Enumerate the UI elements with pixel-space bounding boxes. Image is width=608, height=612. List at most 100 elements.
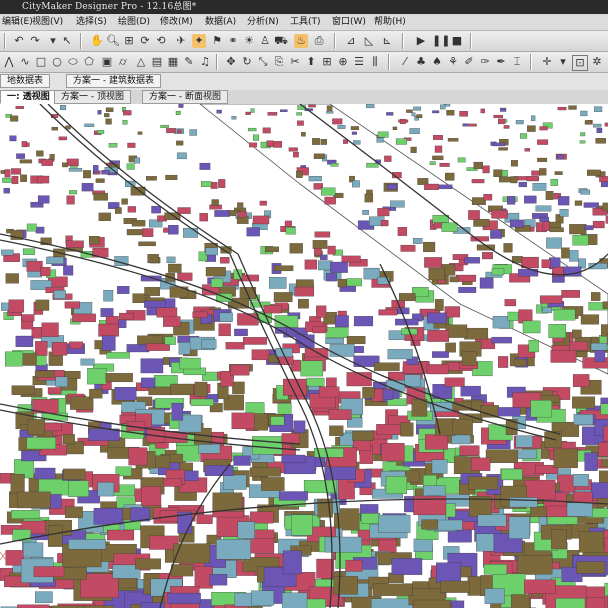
camera-icon[interactable]: ⎙ (312, 34, 326, 48)
move-icon[interactable]: ✥ (224, 55, 238, 69)
plant-icon[interactable]: ⚘ (446, 55, 460, 69)
menu-window[interactable]: 窗口(W) (332, 14, 366, 30)
building (406, 110, 412, 113)
play-icon[interactable]: ▶ (414, 34, 428, 48)
texture-icon[interactable]: ▦ (166, 55, 180, 69)
building (237, 203, 243, 208)
paint-icon[interactable]: ✎ (182, 55, 196, 69)
building (556, 598, 585, 608)
tab-land-data[interactable]: 地数据表 (0, 74, 50, 88)
copy-icon[interactable]: ⎘ (272, 55, 286, 69)
delete-icon[interactable]: ✂ (288, 55, 302, 69)
building (531, 400, 552, 417)
menu-bar: 编辑(E) 视图(V) 选择(S) 绘图(D) 修改(M) 数据(A) 分析(N… (0, 14, 608, 31)
building (540, 217, 549, 222)
pick-icon[interactable]: ⊡ (572, 55, 588, 71)
layer-icon[interactable]: ▤ (150, 55, 164, 69)
brush-icon[interactable]: ⁄ (398, 55, 412, 69)
music-icon[interactable]: ♫ (198, 55, 212, 69)
box-icon[interactable]: ▣ (100, 55, 114, 69)
pause-icon[interactable]: ❚❚ (432, 34, 446, 48)
building (384, 156, 391, 162)
menu-help[interactable]: 帮助(H) (374, 14, 406, 30)
refresh-icon[interactable]: ⟳ (138, 34, 152, 48)
tree-icon[interactable]: ♣ (414, 55, 428, 69)
person-icon[interactable]: ♙ (258, 34, 272, 48)
extrude-icon[interactable]: ⬆ (304, 55, 318, 69)
dropdown-icon[interactable]: ▾ (46, 34, 60, 48)
pen2-icon[interactable]: ✒ (494, 55, 508, 69)
car-icon[interactable]: ⛟ (274, 34, 288, 48)
building (219, 324, 231, 336)
building (128, 143, 136, 148)
cone-icon[interactable]: △ (134, 55, 148, 69)
light-bulb-icon[interactable]: ♨ (294, 34, 308, 48)
line-icon[interactable]: ⋀ (2, 55, 16, 69)
snap-icon[interactable]: ⊕ (336, 55, 350, 69)
rotate-icon[interactable]: ⟲ (154, 34, 168, 48)
curve-icon[interactable]: ∿ (18, 55, 32, 69)
building (218, 179, 225, 187)
ellipse-icon[interactable]: ⬭ (66, 55, 80, 69)
menu-view[interactable]: 视图(V) (32, 14, 63, 30)
building (569, 250, 578, 261)
menu-modify[interactable]: 修改(M) (160, 14, 193, 30)
undo-icon[interactable]: ↶ (12, 34, 26, 48)
stop-icon[interactable]: ■ (450, 34, 464, 48)
pointer-icon[interactable]: ↖ (60, 34, 74, 48)
menu-draw[interactable]: 绘图(D) (118, 14, 150, 30)
scale-icon[interactable]: ⤡ (256, 55, 270, 69)
building (435, 299, 443, 310)
pen-icon[interactable]: ✑ (478, 55, 492, 69)
orbit-icon[interactable]: ✦ (192, 34, 206, 48)
building (202, 339, 216, 348)
walk-icon[interactable]: ⚑ (210, 34, 224, 48)
building (177, 130, 181, 133)
building (585, 453, 598, 471)
rect-icon[interactable]: □ (34, 55, 48, 69)
tab-perspective-view[interactable]: 一: 透视图 (0, 90, 57, 104)
building (509, 517, 530, 539)
tab-section-view[interactable]: 方案一 - 断面视图 (142, 90, 228, 104)
building (215, 210, 230, 216)
menu-analysis[interactable]: 分析(N) (247, 14, 279, 30)
rotate-obj-icon[interactable]: ↻ (240, 55, 254, 69)
hand-icon[interactable]: ✋ (90, 34, 104, 48)
measure-icon[interactable]: ⊿ (344, 34, 358, 48)
zoom-box-icon[interactable]: ⊞ (122, 34, 136, 48)
building (551, 529, 567, 549)
redo-icon[interactable]: ↷ (28, 34, 42, 48)
fly-icon[interactable]: ✈ (174, 34, 188, 48)
tab-top-view[interactable]: 方案一 - 顶视图 (54, 90, 131, 104)
polygon-icon[interactable]: ⬠ (82, 55, 96, 69)
zoom-icon[interactable]: 🔍︎ (106, 34, 120, 48)
angle-icon[interactable]: ⊾ (380, 34, 394, 48)
stamp-icon[interactable]: ⌶ (510, 55, 524, 69)
menu-select[interactable]: 选择(S) (76, 14, 107, 30)
building (562, 290, 580, 297)
binoculars-icon[interactable]: ⚭ (226, 34, 240, 48)
grid-icon[interactable]: ⊞ (320, 55, 334, 69)
tab-building-data[interactable]: 方案一 - 建筑数据表 (66, 74, 161, 88)
tree2-icon[interactable]: ♠ (430, 55, 444, 69)
light-icon[interactable]: ☀ (242, 34, 256, 48)
cylinder-icon[interactable]: ⌭ (116, 55, 130, 69)
building (428, 330, 449, 341)
edit-icon[interactable]: ✐ (462, 55, 476, 69)
crosshair-icon[interactable]: ✛ (540, 55, 554, 69)
building (486, 450, 518, 463)
building (305, 260, 317, 270)
align-icon[interactable]: ☰ (352, 55, 366, 69)
building (422, 520, 438, 529)
building (170, 384, 193, 395)
menu-data[interactable]: 数据(A) (205, 14, 236, 30)
split-icon[interactable]: ⫼ (368, 55, 382, 69)
slope-icon[interactable]: ◺ (362, 34, 376, 48)
settings-icon[interactable]: ✲ (590, 55, 604, 69)
3d-viewport[interactable] (0, 104, 608, 608)
dropdown2-icon[interactable]: ▾ (556, 55, 570, 69)
building (5, 352, 23, 366)
menu-edit[interactable]: 编辑(E) (2, 14, 33, 30)
circle-icon[interactable]: ○ (50, 55, 64, 69)
menu-tools[interactable]: 工具(T) (290, 14, 321, 30)
